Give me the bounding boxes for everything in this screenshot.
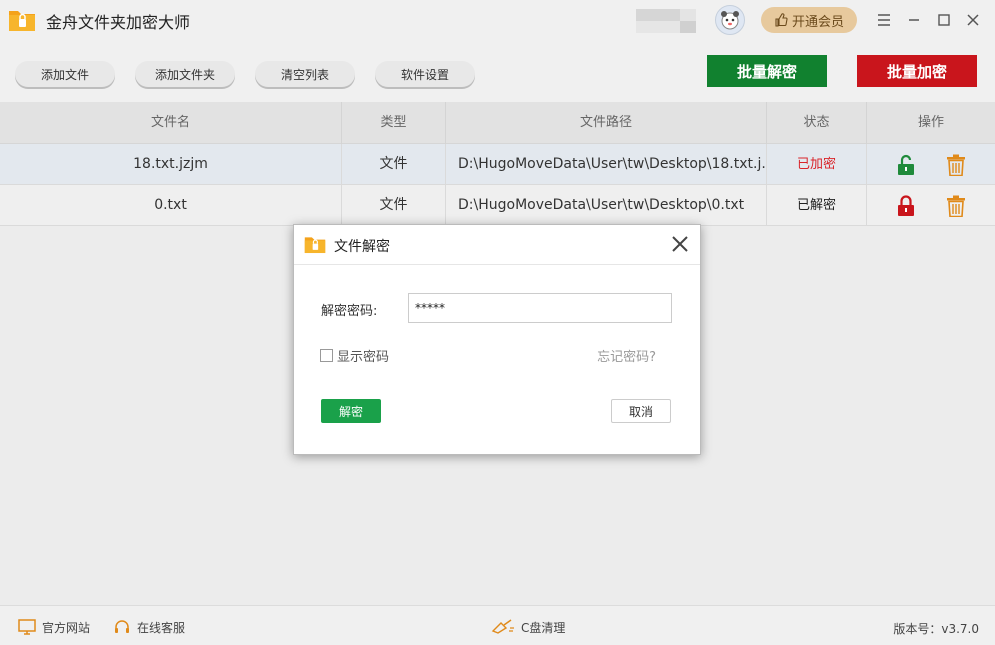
status-bar: 官方网站 在线客服 C盘清理 版本号：v3.7.0 xyxy=(0,605,995,645)
maximize-button[interactable] xyxy=(932,8,956,32)
decrypt-button[interactable]: 解密 xyxy=(321,399,381,423)
add-file-button[interactable]: 添加文件 xyxy=(15,61,115,87)
monitor-icon xyxy=(18,619,36,635)
minimize-button[interactable] xyxy=(902,8,926,32)
vip-button[interactable]: 开通会员 xyxy=(761,7,857,33)
username-blurred xyxy=(636,9,696,33)
batch-decrypt-button[interactable]: 批量解密 xyxy=(707,55,827,87)
table-row[interactable]: 18.txt.jzjm 文件 D:\HugoMoveData\User\tw\D… xyxy=(0,144,995,185)
trash-icon[interactable] xyxy=(946,154,966,176)
dialog-header: 文件解密 xyxy=(294,225,700,265)
cell-status: 已加密 xyxy=(767,144,867,184)
online-support-link[interactable]: 在线客服 xyxy=(113,618,185,636)
user-avatar-icon xyxy=(721,11,739,30)
password-label: 解密密码: xyxy=(321,304,378,319)
close-window-button[interactable] xyxy=(961,8,985,32)
cell-type: 文件 xyxy=(342,185,446,225)
thumbs-up-icon xyxy=(775,13,788,27)
forgot-password-link[interactable]: 忘记密码? xyxy=(597,346,656,365)
decrypt-dialog: 文件解密 解密密码: 显示密码 忘记密码? 解密 取消 xyxy=(293,224,701,455)
c-drive-clean-link[interactable]: C盘清理 xyxy=(491,618,565,636)
official-website-link[interactable]: 官方网站 xyxy=(18,618,90,636)
unlock-icon[interactable] xyxy=(896,154,916,176)
table-header: 文件名 类型 文件路径 状态 操作 xyxy=(0,102,995,144)
cell-path: D:\HugoMoveData\User\tw\Desktop\0.txt xyxy=(446,185,767,225)
status-badge: 已加密 xyxy=(796,157,836,172)
close-icon xyxy=(967,14,979,26)
batch-encrypt-button[interactable]: 批量加密 xyxy=(857,55,977,87)
version-label: 版本号：v3.7.0 xyxy=(893,622,979,636)
show-password-label: 显示密码 xyxy=(337,350,390,365)
cell-path: D:\HugoMoveData\User\tw\Desktop\18.txt.j… xyxy=(446,144,767,184)
header-status: 状态 xyxy=(767,102,867,144)
app-title: 金舟文件夹加密大师 xyxy=(46,13,191,32)
app-logo-icon xyxy=(9,11,35,31)
header-type: 类型 xyxy=(342,102,446,144)
trash-icon[interactable] xyxy=(946,195,966,217)
add-folder-button[interactable]: 添加文件夹 xyxy=(135,61,235,87)
cell-status: 已解密 xyxy=(767,185,867,225)
settings-button[interactable]: 软件设置 xyxy=(375,61,475,87)
broom-icon xyxy=(491,619,514,634)
show-password-checkbox[interactable]: 显示密码 xyxy=(320,346,389,365)
checkbox-icon xyxy=(320,349,333,362)
table-row[interactable]: 0.txt 文件 D:\HugoMoveData\User\tw\Desktop… xyxy=(0,185,995,226)
maximize-icon xyxy=(938,14,950,26)
password-field[interactable] xyxy=(408,293,672,323)
dialog-title: 文件解密 xyxy=(334,239,390,255)
title-bar: 金舟文件夹加密大师 开通会员 xyxy=(0,0,995,40)
app-logo-icon xyxy=(304,237,326,254)
header-filename: 文件名 xyxy=(0,102,342,144)
cell-filename: 18.txt.jzjm xyxy=(0,144,342,184)
cell-type: 文件 xyxy=(342,144,446,184)
header-actions: 操作 xyxy=(917,115,944,130)
avatar[interactable] xyxy=(715,5,745,35)
minimize-icon xyxy=(909,19,919,21)
c-drive-clean-label: C盘清理 xyxy=(521,620,566,635)
close-icon[interactable] xyxy=(670,234,690,254)
header-path: 文件路径 xyxy=(446,102,767,144)
toolbar: 添加文件 添加文件夹 清空列表 软件设置 批量解密 批量加密 xyxy=(0,40,995,102)
headset-icon xyxy=(115,620,129,633)
menu-button[interactable] xyxy=(872,8,896,32)
cancel-button[interactable]: 取消 xyxy=(611,399,671,423)
status-badge: 已解密 xyxy=(796,198,836,213)
vip-label: 开通会员 xyxy=(791,14,844,30)
hamburger-icon xyxy=(878,14,890,26)
lock-icon[interactable] xyxy=(896,195,916,217)
clear-list-button[interactable]: 清空列表 xyxy=(255,61,355,87)
online-support-label: 在线客服 xyxy=(137,620,186,635)
official-website-label: 官方网站 xyxy=(42,620,91,635)
cell-filename: 0.txt xyxy=(0,185,342,225)
